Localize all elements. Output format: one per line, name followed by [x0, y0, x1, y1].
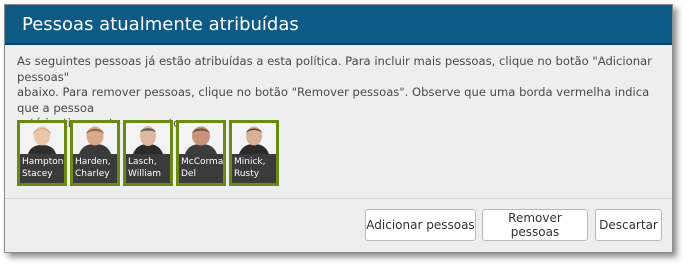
discard-button[interactable]: Descartar	[595, 209, 662, 241]
person-card-minick[interactable]: Minick, Rusty	[229, 120, 279, 186]
person-name: McCormac Del	[179, 154, 223, 183]
person-photo	[179, 123, 223, 154]
person-photo	[73, 123, 117, 154]
person-card-hampton[interactable]: Hampton, Stacey	[17, 120, 67, 186]
person-photo	[126, 123, 170, 154]
person-card-harden[interactable]: Harden, Charley	[70, 120, 120, 186]
dialog-titlebar: Pessoas atualmente atribuídas	[5, 5, 672, 45]
person-photo	[232, 123, 276, 154]
remove-people-button[interactable]: Remover pessoas	[482, 209, 588, 241]
person-card-mccormac[interactable]: McCormac Del	[176, 120, 226, 186]
assigned-people-dialog: Pessoas atualmente atribuídas As seguint…	[4, 4, 673, 253]
person-photo	[20, 123, 64, 154]
footer-divider	[5, 198, 672, 199]
add-people-button[interactable]: Adicionar pessoas	[365, 209, 476, 241]
dialog-title: Pessoas atualmente atribuídas	[22, 14, 299, 35]
person-name: Harden, Charley	[73, 154, 117, 183]
person-card-lasch[interactable]: Lasch, William	[123, 120, 173, 186]
person-name: Minick, Rusty	[232, 154, 276, 183]
person-name: Lasch, William	[126, 154, 170, 183]
person-name: Hampton, Stacey	[20, 154, 64, 183]
